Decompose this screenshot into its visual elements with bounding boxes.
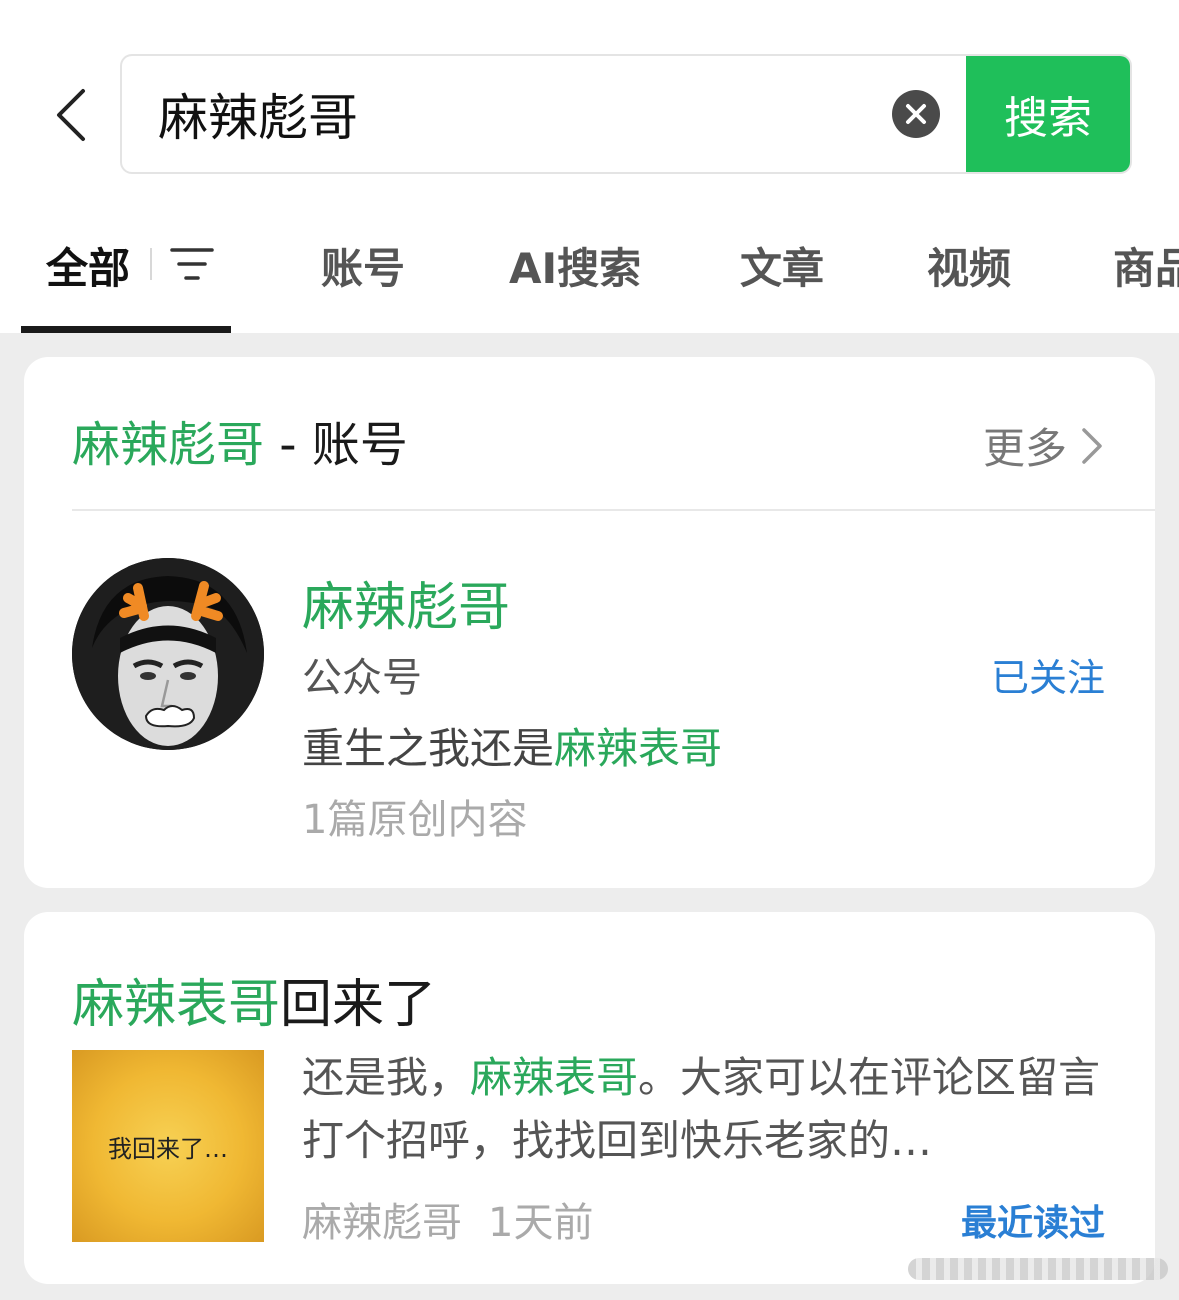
article-title[interactable]: 麻辣表哥回来了 xyxy=(72,962,436,1037)
article-snippet: 还是我，麻辣表哥。大家可以在评论区留言打个招呼，找找回到快乐老家的… xyxy=(302,1046,1102,1172)
avatar[interactable] xyxy=(72,558,264,750)
recently-read-badge: 最近读过 xyxy=(960,1203,1105,1244)
tab-articles[interactable]: 文章 xyxy=(740,235,824,296)
snippet-prefix: 还是我， xyxy=(302,1053,471,1102)
more-button[interactable]: 更多 xyxy=(983,415,1103,476)
tab-bar: 全部 账号 AI搜索 文章 视频 商品 xyxy=(0,200,1179,333)
avatar-image xyxy=(72,558,264,750)
more-label: 更多 xyxy=(982,424,1067,473)
section-title-suffix: - 账号 xyxy=(264,417,408,473)
account-section-title: 麻辣彪哥 - 账号 xyxy=(72,405,408,475)
tab-divider xyxy=(150,248,152,280)
search-input[interactable]: 麻辣彪哥 xyxy=(158,56,878,172)
account-type: 公众号 xyxy=(302,655,422,701)
tab-all[interactable]: 全部 xyxy=(46,235,130,296)
thumbnail-text: 我回来了… xyxy=(108,1134,228,1163)
account-section-card: 麻辣彪哥 - 账号 更多 麻辣彪哥 公众号 重生之我还是麻辣表哥 1篇原创内容 … xyxy=(24,357,1155,888)
original-count: 1篇原创内容 xyxy=(302,797,528,843)
active-tab-indicator xyxy=(21,326,231,333)
search-box: 麻辣彪哥 搜索 xyxy=(120,54,1132,174)
account-description-prefix: 重生之我还是 xyxy=(302,724,555,773)
account-name[interactable]: 麻辣彪哥 xyxy=(302,565,510,640)
close-icon xyxy=(906,104,926,124)
tab-videos[interactable]: 视频 xyxy=(927,235,1011,296)
search-button[interactable]: 搜索 xyxy=(966,56,1130,172)
divider xyxy=(72,509,1155,511)
filter-icon[interactable] xyxy=(170,244,214,284)
chevron-left-icon xyxy=(57,89,85,141)
section-title-highlight: 麻辣彪哥 xyxy=(72,417,265,473)
article-card[interactable]: 麻辣表哥回来了 我回来了… 还是我，麻辣表哥。大家可以在评论区留言打个招呼，找找… xyxy=(24,912,1155,1284)
clear-button[interactable] xyxy=(892,90,940,138)
article-title-highlight: 麻辣表哥 xyxy=(72,975,281,1035)
account-description: 重生之我还是麻辣表哥 xyxy=(302,715,722,776)
snippet-highlight: 麻辣表哥 xyxy=(470,1053,639,1102)
article-meta: 麻辣彪哥 1天前 xyxy=(302,1190,593,1248)
article-time: 1天前 xyxy=(488,1200,594,1246)
tab-accounts[interactable]: 账号 xyxy=(321,235,405,296)
article-thumbnail[interactable]: 我回来了… xyxy=(72,1050,264,1242)
account-description-highlight: 麻辣表哥 xyxy=(554,724,723,773)
top-bar: 麻辣彪哥 搜索 全部 账号 AI搜索 文章 视频 商品 xyxy=(0,0,1179,333)
tab-products[interactable]: 商品 xyxy=(1113,235,1179,296)
article-source: 麻辣彪哥 xyxy=(302,1200,462,1246)
article-title-suffix: 回来了 xyxy=(280,975,437,1035)
chevron-right-icon xyxy=(1082,427,1102,464)
back-button[interactable] xyxy=(40,80,100,150)
home-indicator xyxy=(908,1258,1168,1280)
follow-status-button[interactable]: 已关注 xyxy=(991,647,1105,702)
tab-ai-search[interactable]: AI搜索 xyxy=(509,235,641,296)
